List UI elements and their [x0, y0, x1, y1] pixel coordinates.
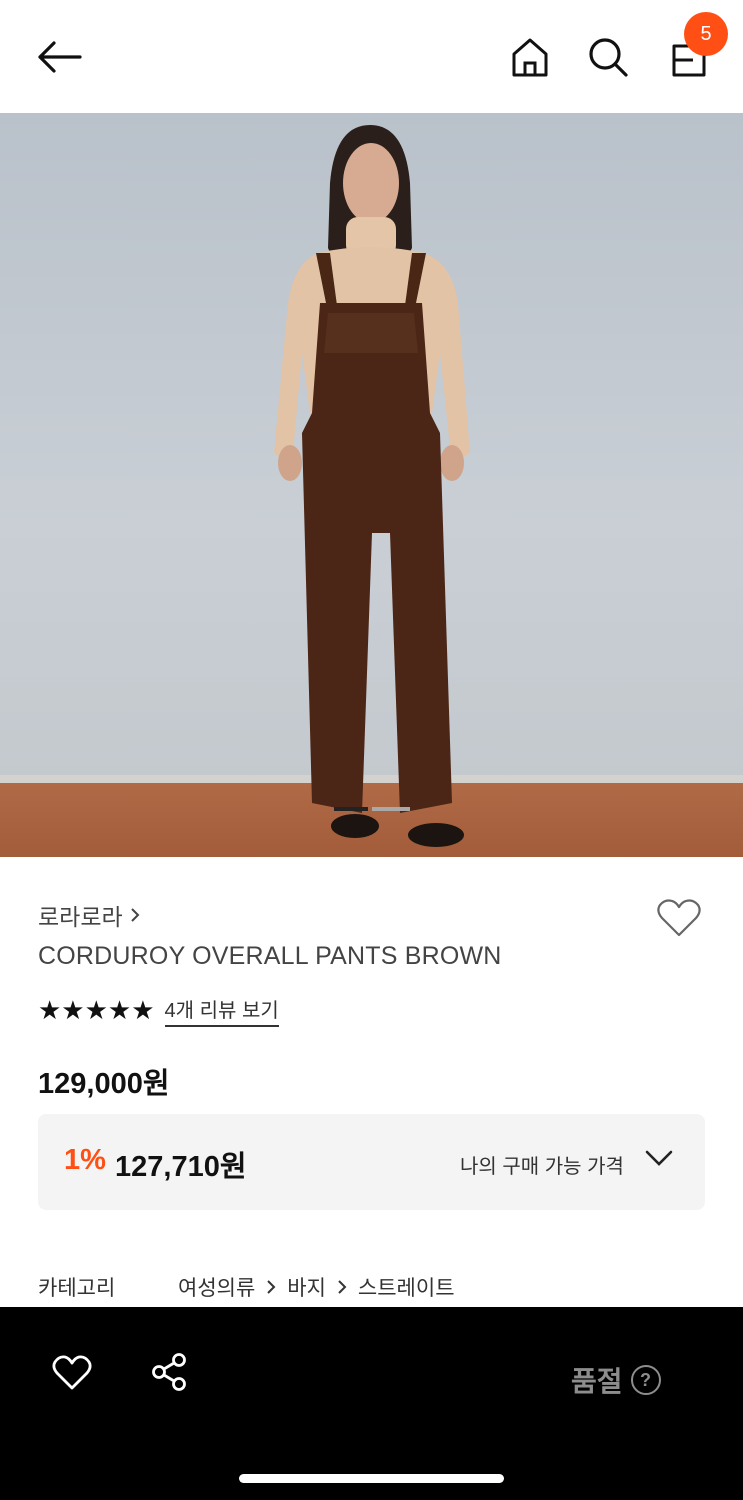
star-rating: ★★★★★ [38, 995, 155, 1025]
heart-outline-icon [657, 899, 701, 937]
my-price-box[interactable]: 1% 127,710원 나의 구매 가능 가격 [38, 1114, 705, 1210]
heart-outline-icon [52, 1355, 92, 1390]
home-icon [512, 38, 548, 77]
search-button[interactable] [584, 34, 632, 80]
discount-price: 127,710원 [115, 1151, 247, 1183]
soldout-label: 품절 [571, 1366, 623, 1397]
home-button[interactable] [506, 34, 554, 80]
home-indicator [239, 1474, 504, 1483]
share-button[interactable] [146, 1349, 192, 1395]
share-icon [152, 1353, 186, 1391]
top-header: 5 [0, 0, 743, 113]
brand-link[interactable]: 로라로라 [38, 898, 141, 932]
chevron-right-icon [267, 1280, 276, 1294]
category-row: 카테고리 여성의류 바지 스트레이트 [38, 1272, 455, 1302]
search-icon [589, 38, 628, 77]
review-link[interactable]: 4개 리뷰 보기 [164, 994, 279, 1027]
category-label: 카테고리 [38, 1277, 116, 1300]
product-image-carousel[interactable] [0, 113, 743, 857]
category-level-1[interactable]: 여성의류 [178, 1272, 255, 1302]
bottom-action-bar: 품절 ? [0, 1307, 743, 1500]
soldout-status: 품절 ? [571, 1360, 661, 1400]
product-price: 129,000원 [38, 1068, 170, 1100]
help-icon[interactable]: ? [630, 1365, 661, 1395]
rating-row: ★★★★★ 4개 리뷰 보기 [38, 994, 279, 1027]
category-level-3[interactable]: 스트레이트 [358, 1272, 455, 1302]
chevron-right-icon [338, 1280, 347, 1294]
carousel-indicator [334, 807, 410, 811]
product-title: CORDUROY OVERALL PANTS BROWN [38, 942, 502, 970]
discount-percent: 1% [64, 1144, 106, 1176]
brand-name: 로라로라 [38, 904, 123, 930]
category-breadcrumb: 여성의류 바지 스트레이트 [178, 1272, 455, 1302]
back-arrow-icon [38, 41, 82, 73]
bottom-wishlist-button[interactable] [48, 1351, 96, 1395]
wishlist-button[interactable] [654, 895, 704, 941]
back-button[interactable] [30, 36, 88, 78]
model-figure [274, 125, 470, 847]
category-level-2[interactable]: 바지 [287, 1272, 326, 1302]
cart-count-badge: 5 [684, 12, 728, 56]
my-price-label: 나의 구매 가능 가격 [460, 1156, 624, 1178]
chevron-right-icon [130, 908, 140, 922]
chevron-down-icon [645, 1150, 673, 1166]
